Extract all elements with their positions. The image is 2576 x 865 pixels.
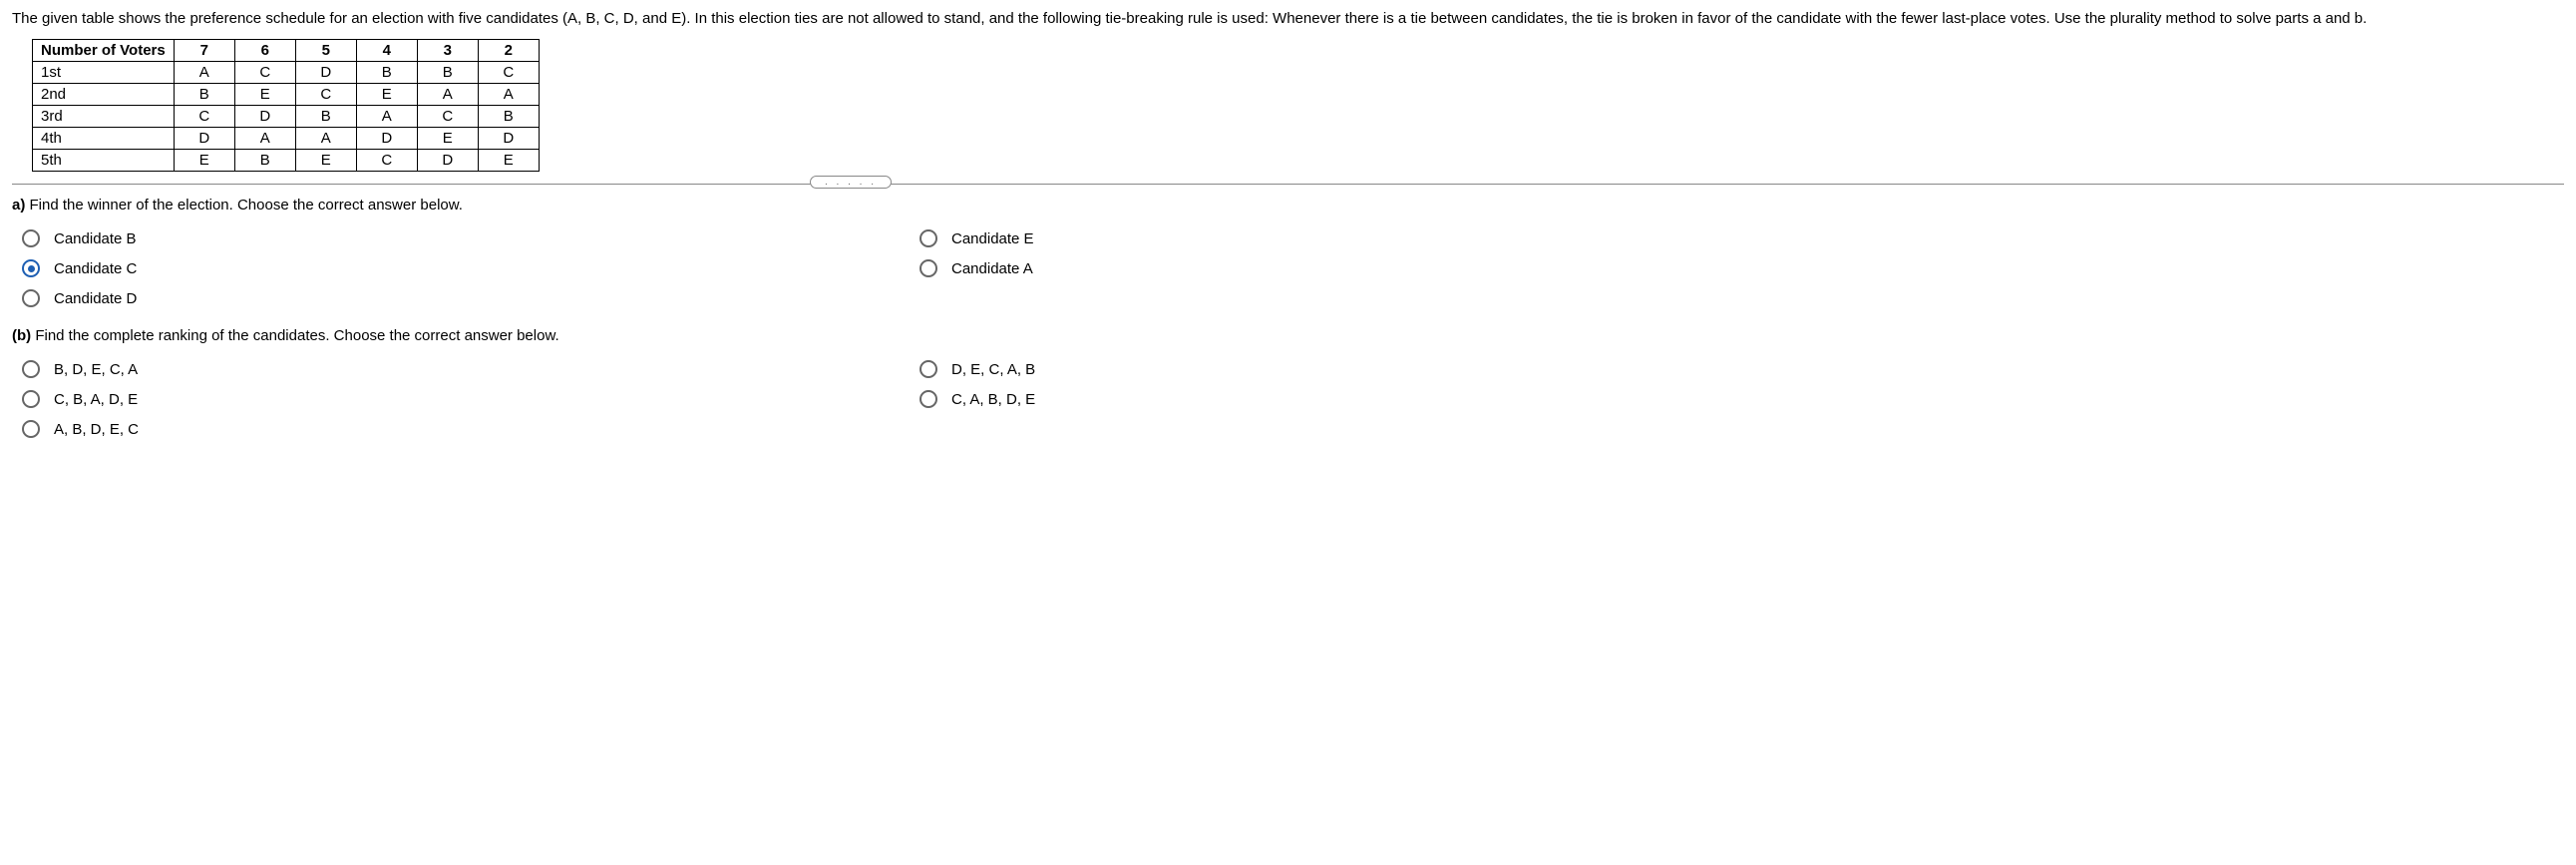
table-cell: C bbox=[356, 150, 417, 172]
table-row: 4th D A A D E D bbox=[33, 128, 540, 150]
intro-text: The given table shows the preference sch… bbox=[12, 8, 2564, 29]
table-row: 2nd B E C E A A bbox=[33, 84, 540, 106]
option-row[interactable]: Candidate A bbox=[920, 259, 1034, 277]
option-row[interactable]: Candidate E bbox=[920, 229, 1034, 247]
option-label: A, B, D, E, C bbox=[54, 421, 139, 438]
radio-button[interactable] bbox=[22, 360, 40, 378]
table-row: 3rd C D B A C B bbox=[33, 106, 540, 128]
table-cell: D bbox=[478, 128, 539, 150]
option-label: Candidate C bbox=[54, 260, 137, 277]
table-col-header: 5 bbox=[295, 40, 356, 62]
table-cell: E bbox=[356, 84, 417, 106]
table-header-label: Number of Voters bbox=[33, 40, 175, 62]
table-cell: E bbox=[295, 150, 356, 172]
table-cell: A bbox=[234, 128, 295, 150]
part-a-options: Candidate B Candidate C Candidate D Cand… bbox=[22, 229, 2564, 307]
part-b-question: (b) Find the complete ranking of the can… bbox=[12, 327, 2564, 344]
part-a-question: a) Find the winner of the election. Choo… bbox=[12, 197, 2564, 214]
part-b-options: B, D, E, C, A C, B, A, D, E A, B, D, E, … bbox=[22, 360, 2564, 438]
table-row-label: 1st bbox=[33, 62, 175, 84]
radio-button[interactable] bbox=[22, 289, 40, 307]
table-row-label: 5th bbox=[33, 150, 175, 172]
table-cell: D bbox=[295, 62, 356, 84]
table-col-header: 6 bbox=[234, 40, 295, 62]
table-cell: B bbox=[234, 150, 295, 172]
radio-button[interactable] bbox=[920, 390, 937, 408]
option-row[interactable]: Candidate B bbox=[22, 229, 720, 247]
option-row[interactable]: C, B, A, D, E bbox=[22, 390, 720, 408]
option-row[interactable]: B, D, E, C, A bbox=[22, 360, 720, 378]
option-label: C, A, B, D, E bbox=[951, 391, 1035, 408]
table-cell: D bbox=[174, 128, 234, 150]
table-cell: E bbox=[417, 128, 478, 150]
table-cell: C bbox=[478, 62, 539, 84]
preference-table: Number of Voters 7 6 5 4 3 2 1st A C D B… bbox=[32, 39, 540, 172]
table-row: 1st A C D B B C bbox=[33, 62, 540, 84]
radio-button[interactable] bbox=[22, 390, 40, 408]
table-cell: B bbox=[356, 62, 417, 84]
table-cell: C bbox=[174, 106, 234, 128]
table-cell: E bbox=[234, 84, 295, 106]
table-cell: C bbox=[234, 62, 295, 84]
part-b-text: Find the complete ranking of the candida… bbox=[31, 327, 558, 344]
option-label: Candidate D bbox=[54, 290, 137, 307]
option-row[interactable]: Candidate C bbox=[22, 259, 720, 277]
divider-expand-icon[interactable]: . . . . . bbox=[810, 176, 892, 189]
option-label: D, E, C, A, B bbox=[951, 361, 1035, 378]
table-cell: D bbox=[356, 128, 417, 150]
table-row-label: 2nd bbox=[33, 84, 175, 106]
option-row[interactable]: A, B, D, E, C bbox=[22, 420, 720, 438]
part-a-text: Find the winner of the election. Choose … bbox=[25, 197, 463, 214]
option-row[interactable]: D, E, C, A, B bbox=[920, 360, 1035, 378]
table-row-label: 3rd bbox=[33, 106, 175, 128]
option-label: Candidate A bbox=[951, 260, 1033, 277]
table-cell: E bbox=[478, 150, 539, 172]
table-cell: B bbox=[417, 62, 478, 84]
table-col-header: 4 bbox=[356, 40, 417, 62]
table-cell: A bbox=[356, 106, 417, 128]
option-row[interactable]: Candidate D bbox=[22, 289, 720, 307]
table-col-header: 2 bbox=[478, 40, 539, 62]
table-cell: C bbox=[295, 84, 356, 106]
radio-button[interactable] bbox=[22, 229, 40, 247]
table-cell: D bbox=[234, 106, 295, 128]
radio-button[interactable] bbox=[920, 229, 937, 247]
table-cell: A bbox=[295, 128, 356, 150]
table-cell: A bbox=[478, 84, 539, 106]
table-cell: D bbox=[417, 150, 478, 172]
table-cell: B bbox=[478, 106, 539, 128]
section-divider: . . . . . bbox=[12, 184, 2564, 185]
table-cell: B bbox=[295, 106, 356, 128]
option-label: Candidate B bbox=[54, 230, 137, 247]
radio-button[interactable] bbox=[920, 259, 937, 277]
option-label: Candidate E bbox=[951, 230, 1034, 247]
part-a-prefix: a) bbox=[12, 197, 25, 214]
option-label: B, D, E, C, A bbox=[54, 361, 138, 378]
radio-button[interactable] bbox=[920, 360, 937, 378]
table-cell: B bbox=[174, 84, 234, 106]
option-label: C, B, A, D, E bbox=[54, 391, 138, 408]
radio-button[interactable] bbox=[22, 420, 40, 438]
table-col-header: 3 bbox=[417, 40, 478, 62]
table-cell: E bbox=[174, 150, 234, 172]
table-cell: A bbox=[174, 62, 234, 84]
table-cell: A bbox=[417, 84, 478, 106]
option-row[interactable]: C, A, B, D, E bbox=[920, 390, 1035, 408]
table-col-header: 7 bbox=[174, 40, 234, 62]
table-row: 5th E B E C D E bbox=[33, 150, 540, 172]
radio-button[interactable] bbox=[22, 259, 40, 277]
table-row-label: 4th bbox=[33, 128, 175, 150]
table-cell: C bbox=[417, 106, 478, 128]
part-b-prefix: (b) bbox=[12, 327, 31, 344]
